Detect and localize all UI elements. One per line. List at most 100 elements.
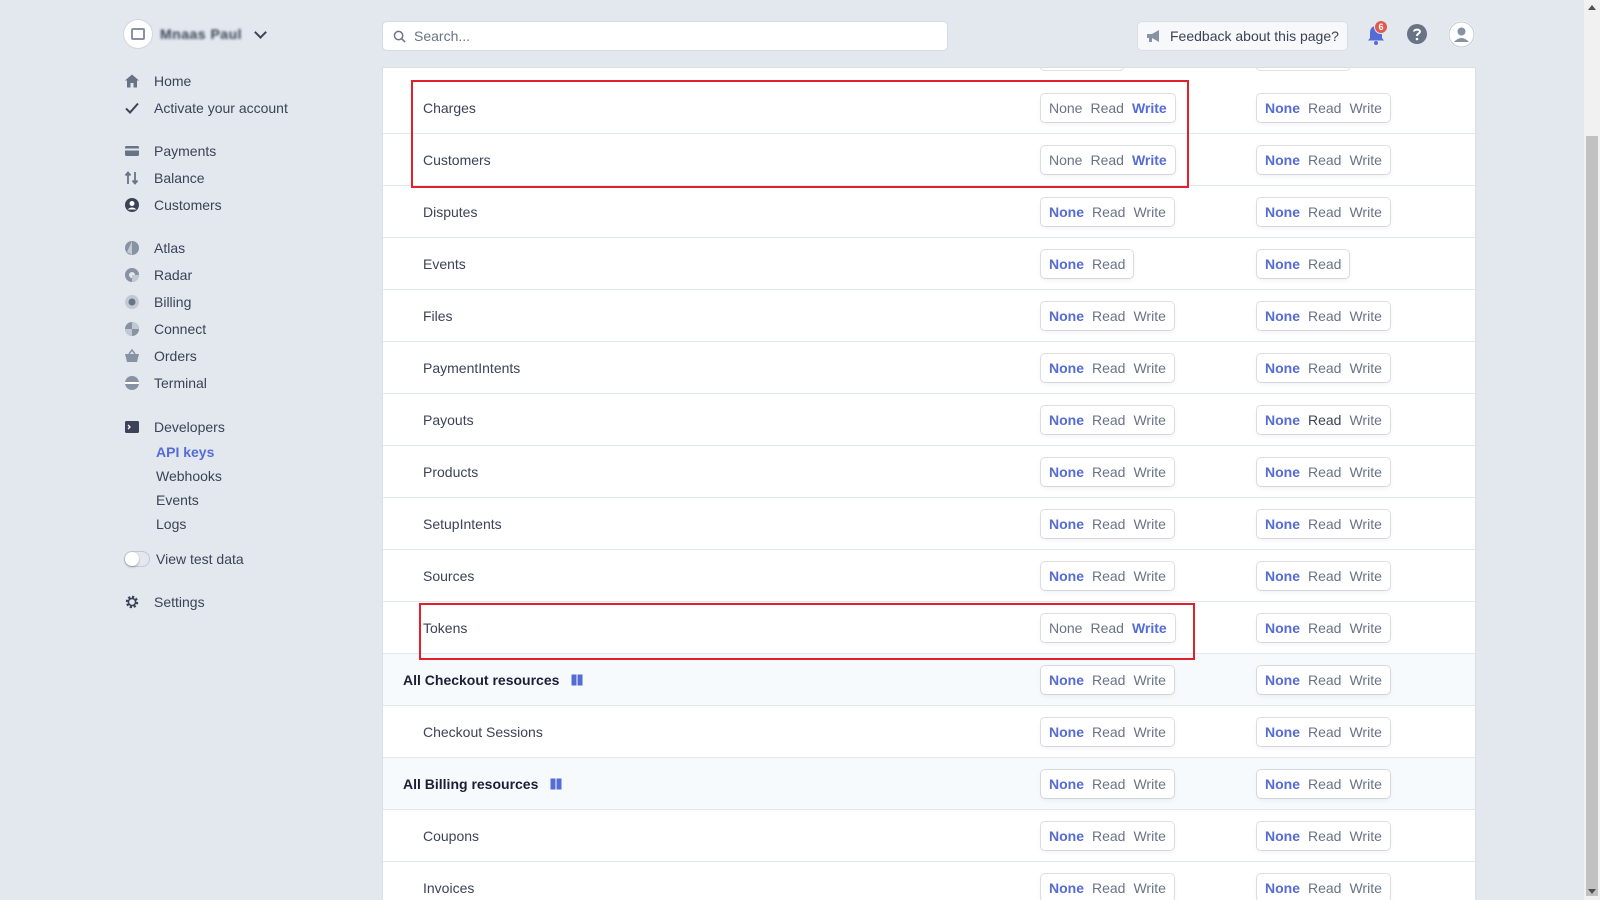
permission-option-none[interactable]: None — [1045, 672, 1088, 688]
sidebar-item-terminal[interactable]: Terminal — [124, 373, 207, 393]
permission-option-write[interactable]: Write — [1128, 152, 1171, 168]
publishable-permission-segmented-control[interactable]: None Read Write — [1257, 457, 1390, 486]
permission-option-read[interactable]: Read — [1086, 620, 1127, 636]
publishable-permission-segmented-control[interactable]: None Read Write — [1257, 145, 1390, 174]
permission-option-read[interactable]: Read — [1088, 360, 1129, 376]
permission-option-read[interactable]: Read — [1304, 672, 1345, 688]
permission-option-read[interactable]: Read — [1088, 516, 1129, 532]
sidebar-item-activate[interactable]: Activate your account — [124, 98, 288, 118]
secret-permission-segmented-control[interactable]: None Read Write — [1041, 353, 1174, 382]
view-test-data-toggle[interactable]: View test data — [124, 549, 244, 569]
permission-option-read[interactable]: Read — [1088, 828, 1129, 844]
permission-option-read[interactable]: Read — [1304, 776, 1345, 792]
permission-option-read[interactable]: Read — [1304, 568, 1345, 584]
publishable-permission-segmented-control[interactable]: None Read Write — [1257, 197, 1390, 226]
secret-permission-segmented-control[interactable]: None Read Write — [1041, 665, 1174, 694]
permission-option-write[interactable]: Write — [1129, 568, 1169, 584]
permission-option-read[interactable]: Read — [1304, 360, 1345, 376]
permission-option-none[interactable]: None — [1261, 620, 1304, 636]
permission-option-write[interactable]: Write — [1129, 672, 1169, 688]
permission-option-read[interactable]: Read — [1086, 100, 1127, 116]
permission-option-none[interactable]: None — [1261, 828, 1304, 844]
secret-permission-segmented-control[interactable]: None Read Write — [1041, 769, 1174, 798]
permission-option-read[interactable]: Read — [1304, 516, 1345, 532]
permission-option-none[interactable]: None — [1045, 828, 1088, 844]
permission-option-none[interactable]: None — [1261, 152, 1304, 168]
permission-option-read[interactable]: Read — [1304, 724, 1345, 740]
publishable-permission-segmented-control[interactable]: None Read Write — [1257, 873, 1390, 900]
secret-permission-segmented-control[interactable]: None Read — [1041, 249, 1134, 278]
secret-permission-segmented-control[interactable]: None Read Write — [1041, 613, 1175, 642]
permission-option-read[interactable]: Read — [1088, 412, 1129, 428]
permission-option-none[interactable]: None — [1045, 204, 1088, 220]
permission-option-write[interactable]: Write — [1345, 828, 1385, 844]
permission-option-read[interactable]: Read — [1304, 828, 1345, 844]
permission-option-write[interactable]: Write — [1129, 412, 1169, 428]
publishable-permission-segmented-control[interactable]: None Read Write — [1257, 717, 1390, 746]
toggle-switch[interactable] — [124, 551, 150, 567]
permission-option-write[interactable]: Write — [1129, 308, 1169, 324]
docs-book-icon[interactable] — [571, 674, 583, 686]
sidebar-item-atlas[interactable]: Atlas — [124, 238, 185, 258]
permission-option-none[interactable]: None — [1045, 256, 1088, 272]
permission-option-write[interactable]: Write — [1345, 724, 1385, 740]
sidebar-item-settings[interactable]: Settings — [124, 592, 205, 612]
permission-option-write[interactable]: Write — [1129, 516, 1169, 532]
permission-option-none[interactable]: None — [1045, 516, 1088, 532]
permission-option-none[interactable]: None — [1261, 204, 1304, 220]
scrollbar-thumb[interactable] — [1586, 136, 1598, 896]
permission-option-write[interactable]: Write — [1345, 880, 1385, 896]
permission-option-none[interactable]: None — [1261, 100, 1304, 116]
sidebar-item-balance[interactable]: Balance — [124, 168, 205, 188]
permission-option-none[interactable]: None — [1045, 776, 1088, 792]
permission-option-write[interactable]: Write — [1345, 308, 1385, 324]
permission-option-read[interactable]: Read — [1088, 672, 1129, 688]
permission-option-write[interactable]: Write — [1129, 724, 1169, 740]
permission-option-none[interactable]: None — [1261, 256, 1304, 272]
permission-option-write[interactable]: Write — [1129, 360, 1169, 376]
permission-option-read[interactable]: Read — [1304, 464, 1345, 480]
permission-option-none[interactable]: None — [1261, 464, 1304, 480]
permission-option-read[interactable]: Read — [1088, 308, 1129, 324]
sidebar-item-billing[interactable]: Billing — [124, 292, 191, 312]
permission-option-read[interactable]: Read — [1088, 776, 1129, 792]
secret-permission-segmented-control[interactable]: None Read Write — [1041, 145, 1175, 174]
publishable-permission-segmented-control[interactable]: None Read Write — [1257, 769, 1390, 798]
permission-option-write[interactable]: Write — [1345, 568, 1385, 584]
permission-option-read[interactable]: Read — [1086, 152, 1127, 168]
permission-option-write[interactable]: Write — [1345, 620, 1385, 636]
sidebar-item-customers[interactable]: Customers — [124, 195, 222, 215]
permission-option-none[interactable]: None — [1261, 360, 1304, 376]
permission-option-write[interactable]: Write — [1129, 204, 1169, 220]
scroll-down-arrow[interactable] — [1588, 889, 1596, 894]
permission-option-write[interactable]: Write — [1345, 360, 1385, 376]
permission-option-none[interactable]: None — [1261, 568, 1304, 584]
secret-permission-segmented-control[interactable]: None Read Write — [1041, 405, 1174, 434]
scrollbar[interactable] — [1584, 0, 1600, 900]
permission-option-read[interactable]: Read — [1304, 256, 1345, 272]
permission-option-none[interactable]: None — [1045, 568, 1088, 584]
feedback-button[interactable]: Feedback about this page? — [1138, 22, 1347, 50]
permission-option-write[interactable]: Write — [1128, 100, 1171, 116]
permission-option-none[interactable]: None — [1045, 412, 1088, 428]
docs-book-icon[interactable] — [550, 778, 562, 790]
permission-option-write[interactable]: Write — [1129, 828, 1169, 844]
permission-option-read[interactable]: Read — [1304, 620, 1345, 636]
publishable-permission-segmented-control[interactable]: None Read Write — [1257, 353, 1390, 382]
permission-option-none[interactable]: None — [1045, 152, 1086, 168]
permission-option-none[interactable]: None — [1261, 724, 1304, 740]
secret-permission-segmented-control[interactable]: None Read Write — [1041, 197, 1174, 226]
permission-option-read[interactable]: Read — [1088, 204, 1129, 220]
sidebar-item-connect[interactable]: Connect — [124, 319, 206, 339]
sidebar-item-home[interactable]: Home — [124, 71, 191, 91]
secret-permission-segmented-control[interactable]: None Read Write — [1041, 873, 1174, 900]
secret-permission-segmented-control[interactable]: None Read Write — [1041, 301, 1174, 330]
publishable-permission-segmented-control[interactable]: None Read Write — [1257, 561, 1390, 590]
publishable-permission-segmented-control[interactable]: None Read — [1257, 249, 1350, 278]
secret-permission-segmented-control[interactable]: None Read Write — [1041, 821, 1174, 850]
permission-option-read[interactable]: Read — [1088, 880, 1129, 896]
secret-permission-segmented-control[interactable]: None Read Write — [1041, 717, 1174, 746]
permission-option-none[interactable]: None — [1045, 724, 1088, 740]
secret-permission-segmented-control[interactable]: None Read Write — [1041, 509, 1174, 538]
secret-permission-segmented-control[interactable]: None Read Write — [1041, 93, 1175, 122]
